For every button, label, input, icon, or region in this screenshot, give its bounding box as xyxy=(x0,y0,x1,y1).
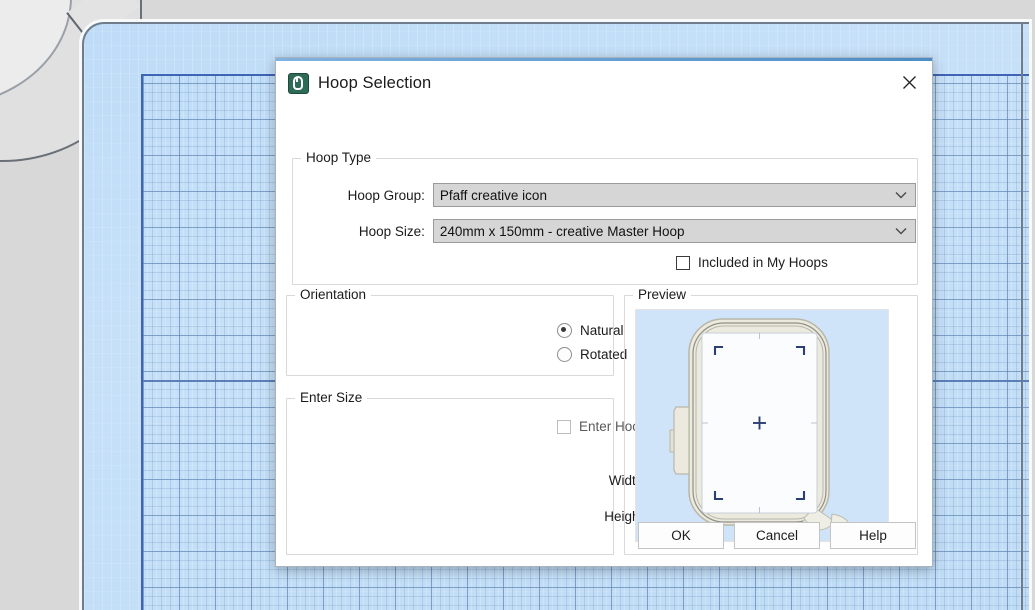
orientation-radio-rotated[interactable]: Rotated xyxy=(557,347,627,362)
enter-size-legend: Enter Size xyxy=(295,390,368,406)
preview-group: Preview xyxy=(624,287,918,555)
close-icon[interactable] xyxy=(886,61,932,103)
orientation-radio-natural[interactable]: Natural xyxy=(557,323,624,338)
dialog-titlebar[interactable]: Hoop Selection xyxy=(276,61,932,105)
hoop-group-label: Hoop Group: xyxy=(347,187,425,203)
cancel-button[interactable]: Cancel xyxy=(734,522,820,549)
chevron-down-icon xyxy=(895,220,907,242)
included-in-my-hoops-label: Included in My Hoops xyxy=(698,255,828,270)
hoop-group-select[interactable]: Pfaff creative icon xyxy=(432,183,916,207)
hoop-group-row: Hoop Group: Pfaff creative icon xyxy=(316,183,916,207)
ok-button[interactable]: OK xyxy=(638,522,724,549)
orientation-legend: Orientation xyxy=(295,287,372,303)
hoop-type-legend: Hoop Type xyxy=(301,150,377,166)
screen: Hoop Selection Hoop Type Hoop Group: Pfa… xyxy=(0,0,1035,610)
orientation-natural-label: Natural xyxy=(580,323,624,338)
hoop-size-row: Hoop Size: 240mm x 150mm - creative Mast… xyxy=(316,219,916,243)
hoop-size-select[interactable]: 240mm x 150mm - creative Master Hoop xyxy=(432,219,916,243)
included-in-my-hoops-checkbox[interactable]: Included in My Hoops xyxy=(676,255,828,270)
hoop-group-value: Pfaff creative icon xyxy=(439,187,547,203)
chevron-down-icon xyxy=(895,184,907,206)
orientation-rotated-label: Rotated xyxy=(580,347,628,362)
dialog-body: Hoop Type Hoop Group: Pfaff creative ico… xyxy=(276,105,932,566)
dialog-button-bar: OK Cancel Help xyxy=(276,522,916,549)
dialog-title: Hoop Selection xyxy=(318,73,432,92)
help-button[interactable]: Help xyxy=(830,522,916,549)
hoop-size-label: Hoop Size: xyxy=(358,223,425,239)
hoop-selection-dialog: Hoop Selection Hoop Type Hoop Group: Pfa… xyxy=(275,57,933,567)
radio-button xyxy=(557,323,572,338)
hoop-size-value: 240mm x 150mm - creative Master Hoop xyxy=(439,223,685,239)
hoop-preview-canvas xyxy=(635,309,889,542)
radio-button xyxy=(557,347,572,362)
checkbox-box xyxy=(557,419,571,434)
hoop-icon xyxy=(288,72,309,94)
canvas-right-edge xyxy=(1021,24,1023,610)
checkbox-box xyxy=(676,255,690,270)
preview-legend: Preview xyxy=(633,287,692,303)
